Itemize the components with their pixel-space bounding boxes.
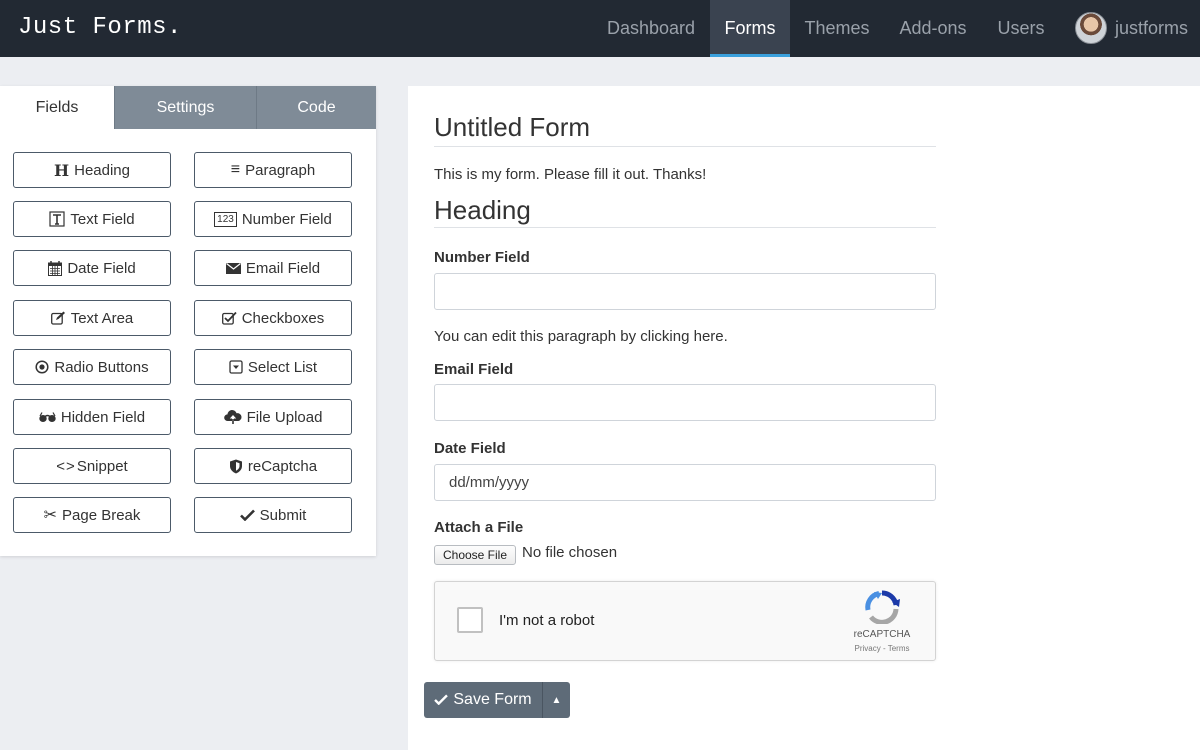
form-description[interactable]: This is my form. Please fill it out. Tha… — [434, 166, 706, 183]
select-icon — [229, 360, 243, 374]
glasses-icon — [39, 411, 56, 423]
radio-icon — [35, 360, 49, 374]
email-field-label: Email Field — [434, 361, 514, 378]
form-title[interactable]: Untitled Form — [434, 112, 936, 147]
nav-add-ons[interactable]: Add-ons — [884, 0, 982, 57]
attach-file-label: Attach a File — [434, 519, 524, 536]
heading-icon: H — [53, 160, 70, 180]
recaptcha-label: I'm not a robot — [499, 612, 595, 629]
recaptcha-links[interactable]: Privacy - Terms — [835, 644, 929, 653]
field-button-label: Heading — [74, 161, 130, 179]
brand-logo[interactable]: Just Forms. — [18, 14, 182, 41]
user-menu[interactable]: justforms — [1075, 10, 1188, 46]
add-date-field-button[interactable]: Date Field — [13, 250, 171, 286]
shield-icon — [229, 459, 243, 474]
save-options-dropdown[interactable]: ▲ — [542, 682, 570, 718]
save-button-group: Save Form ▲ — [424, 682, 570, 718]
recaptcha-brand: reCAPTCHA — [853, 629, 911, 640]
field-button-label: Number Field — [241, 210, 332, 228]
edit-icon — [50, 311, 66, 325]
top-navbar: Just Forms. Dashboard Forms Themes Add-o… — [0, 0, 1200, 57]
add-text-area-button[interactable]: Text Area — [13, 300, 171, 336]
field-button-label: Text Field — [70, 210, 135, 228]
field-builder-panel: Fields Settings Code H Heading ≡ Paragra… — [0, 86, 376, 556]
add-recaptcha-button[interactable]: reCaptcha — [194, 448, 352, 484]
date-field-label: Date Field — [434, 440, 506, 457]
add-select-list-button[interactable]: Select List — [194, 349, 352, 385]
add-heading-button[interactable]: H Heading — [13, 152, 171, 188]
scissors-icon: ✂ — [43, 507, 57, 524]
choose-file-button[interactable]: Choose File — [434, 545, 516, 565]
number-field-label: Number Field — [434, 249, 530, 266]
add-snippet-button[interactable]: <> Snippet — [13, 448, 171, 484]
tab-fields[interactable]: Fields — [0, 86, 114, 129]
nav-themes[interactable]: Themes — [792, 0, 882, 57]
text-field-icon — [49, 211, 65, 227]
field-button-label: Hidden Field — [60, 408, 146, 426]
add-page-break-button[interactable]: ✂ Page Break — [13, 497, 171, 533]
add-checkboxes-button[interactable]: Checkboxes — [194, 300, 352, 336]
field-button-label: Radio Buttons — [54, 358, 149, 376]
builder-tabs: Fields Settings Code — [0, 86, 376, 129]
caret-up-icon: ▲ — [551, 694, 562, 706]
check-icon — [434, 692, 449, 709]
number-field-icon: 123 — [214, 211, 237, 227]
field-button-label: Snippet — [76, 457, 128, 475]
tab-code[interactable]: Code — [256, 86, 376, 129]
check-icon — [239, 509, 255, 521]
avatar — [1075, 12, 1107, 44]
form-paragraph[interactable]: You can edit this paragraph by clicking … — [434, 328, 728, 345]
field-button-label: Text Area — [70, 309, 134, 327]
field-button-label: File Upload — [246, 408, 323, 426]
add-email-field-button[interactable]: Email Field — [194, 250, 352, 286]
form-heading[interactable]: Heading — [434, 195, 936, 228]
field-button-label: Email Field — [245, 259, 321, 277]
username: justforms — [1115, 17, 1189, 38]
field-button-label: Date Field — [67, 259, 136, 277]
field-button-label: Select List — [247, 358, 318, 376]
checkbox-icon — [221, 311, 237, 325]
code-icon: <> — [56, 457, 76, 475]
date-field-input[interactable]: dd/mm/yyyy — [434, 464, 936, 501]
field-button-label: Submit — [259, 506, 307, 524]
add-number-field-button[interactable]: 123 Number Field — [194, 201, 352, 237]
number-field-input[interactable] — [434, 273, 936, 310]
add-submit-button[interactable]: Submit — [194, 497, 352, 533]
recaptcha-checkbox[interactable] — [457, 607, 483, 633]
form-preview: Untitled Form This is my form. Please fi… — [408, 86, 1200, 750]
nav-forms[interactable]: Forms — [710, 0, 790, 57]
nav-users[interactable]: Users — [984, 0, 1058, 57]
add-paragraph-button[interactable]: ≡ Paragraph — [194, 152, 352, 188]
recaptcha-widget: I'm not a robot reCAPTCHA Privacy - Term… — [434, 581, 936, 661]
add-hidden-field-button[interactable]: Hidden Field — [13, 399, 171, 435]
email-field-input[interactable] — [434, 384, 936, 421]
nav-dashboard[interactable]: Dashboard — [594, 0, 708, 57]
field-button-label: Page Break — [62, 506, 141, 524]
calendar-icon — [48, 260, 63, 276]
field-button-label: reCaptcha — [247, 457, 318, 475]
recaptcha-logo-icon — [865, 590, 900, 624]
file-status: No file chosen — [522, 544, 618, 561]
add-radio-buttons-button[interactable]: Radio Buttons — [13, 349, 171, 385]
paragraph-icon: ≡ — [230, 161, 241, 178]
field-button-label: Checkboxes — [241, 309, 325, 327]
add-file-upload-button[interactable]: File Upload — [194, 399, 352, 435]
tab-settings[interactable]: Settings — [114, 86, 256, 129]
save-form-label: Save Form — [453, 691, 532, 708]
envelope-icon — [225, 262, 241, 274]
field-button-label: Paragraph — [245, 161, 316, 179]
cloud-upload-icon — [223, 410, 242, 424]
save-form-button[interactable]: Save Form — [424, 682, 542, 718]
add-text-field-button[interactable]: Text Field — [13, 201, 171, 237]
